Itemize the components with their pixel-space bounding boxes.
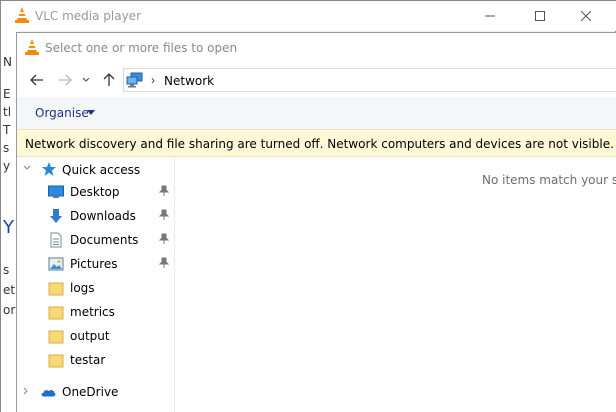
- chevron-right-icon: [23, 387, 28, 395]
- back-button[interactable]: [27, 71, 47, 89]
- peek-text: tl: [3, 105, 12, 119]
- peek-text: s: [3, 263, 10, 277]
- peek-text: T: [3, 123, 11, 137]
- tree-item-logs[interactable]: logs: [17, 277, 174, 299]
- tree-item-testar[interactable]: testar: [17, 349, 174, 371]
- documents-icon: [50, 232, 62, 248]
- vlc-window-title: VLC media player: [35, 9, 142, 23]
- breadcrumb-separator: ›: [151, 73, 155, 87]
- tree-item-metrics[interactable]: metrics: [17, 301, 174, 323]
- network-icon: [126, 72, 143, 88]
- breadcrumb-network[interactable]: Network: [164, 74, 214, 88]
- empty-state-message: No items match your search.: [482, 173, 616, 187]
- downloads-icon: [50, 209, 62, 223]
- tree-label: Pictures: [70, 257, 118, 271]
- file-list-area[interactable]: No items match your search.: [176, 157, 616, 412]
- arrow-left-icon: [30, 74, 43, 86]
- star-icon: [42, 162, 56, 176]
- onedrive-cloud-icon: [41, 390, 56, 397]
- tree-label: logs: [70, 281, 95, 295]
- peek-text: or: [3, 303, 16, 317]
- dialog-titlebar: Select one or more files to open: [17, 33, 616, 63]
- tree-item-desktop[interactable]: Desktop: [17, 181, 174, 203]
- maximize-icon: [535, 11, 545, 21]
- tree-label: Quick access: [62, 163, 141, 177]
- forward-button[interactable]: [55, 71, 75, 89]
- tree-label: Desktop: [70, 185, 120, 199]
- tree-item-quick-access[interactable]: Quick access: [17, 157, 174, 181]
- vlc-cone-icon: [25, 39, 39, 55]
- tree-label: metrics: [70, 305, 115, 319]
- vlc-window-peek: N E tl T s y Y s et or: [1, 31, 17, 412]
- folder-icon: [48, 354, 64, 368]
- pin-icon: [159, 209, 169, 220]
- infobar-message: Network discovery and file sharing are t…: [25, 137, 616, 151]
- peek-text: E: [3, 87, 11, 101]
- peek-text: s: [3, 141, 10, 155]
- pin-icon: [159, 257, 169, 268]
- peek-text: et: [3, 283, 16, 297]
- close-button[interactable]: [563, 5, 609, 27]
- peek-text: Y: [3, 217, 14, 238]
- maximize-button[interactable]: [517, 5, 563, 27]
- tree-item-pictures[interactable]: Pictures: [17, 253, 174, 275]
- file-open-dialog: Select one or more files to open › Netwo…: [16, 32, 616, 412]
- arrow-up-icon: [103, 73, 115, 86]
- tree-label: output: [70, 329, 110, 343]
- tree-label: OneDrive: [62, 385, 119, 399]
- chevron-down-icon: [82, 77, 90, 82]
- vlc-titlebar: VLC media player: [1, 1, 616, 31]
- recent-locations-button[interactable]: [79, 71, 93, 89]
- vlc-cone-icon: [15, 7, 29, 23]
- minimize-icon: [485, 15, 495, 17]
- tree-label: testar: [70, 353, 106, 367]
- pictures-icon: [48, 257, 64, 271]
- pin-icon: [159, 185, 169, 196]
- caret-down-icon: [87, 110, 95, 115]
- tree-label: Downloads: [70, 209, 136, 223]
- dialog-toolbar: Organise: [17, 97, 616, 129]
- minimize-button[interactable]: [467, 5, 513, 27]
- navigation-bar: › Network: [17, 63, 616, 97]
- chevron-down-icon: [23, 165, 31, 170]
- folder-icon: [48, 306, 64, 320]
- tree-item-documents[interactable]: Documents: [17, 229, 174, 251]
- peek-text: N: [3, 55, 12, 69]
- navigation-pane: Quick access Desktop Downloads Documents…: [17, 157, 175, 412]
- tree-item-downloads[interactable]: Downloads: [17, 205, 174, 227]
- dialog-title: Select one or more files to open: [45, 41, 238, 55]
- arrow-right-icon: [59, 74, 72, 86]
- up-button[interactable]: [99, 71, 119, 89]
- network-discovery-infobar[interactable]: Network discovery and file sharing are t…: [17, 129, 616, 157]
- close-icon: [580, 10, 592, 22]
- tree-item-output[interactable]: output: [17, 325, 174, 347]
- folder-icon: [48, 330, 64, 344]
- peek-text: y: [3, 159, 11, 173]
- desktop-icon: [48, 185, 64, 198]
- pin-icon: [159, 233, 169, 244]
- organise-menu-button[interactable]: Organise: [35, 106, 89, 120]
- tree-label: Documents: [70, 233, 139, 247]
- address-bar[interactable]: › Network: [123, 68, 616, 92]
- tree-item-onedrive[interactable]: OneDrive: [17, 381, 174, 403]
- folder-icon: [48, 282, 64, 296]
